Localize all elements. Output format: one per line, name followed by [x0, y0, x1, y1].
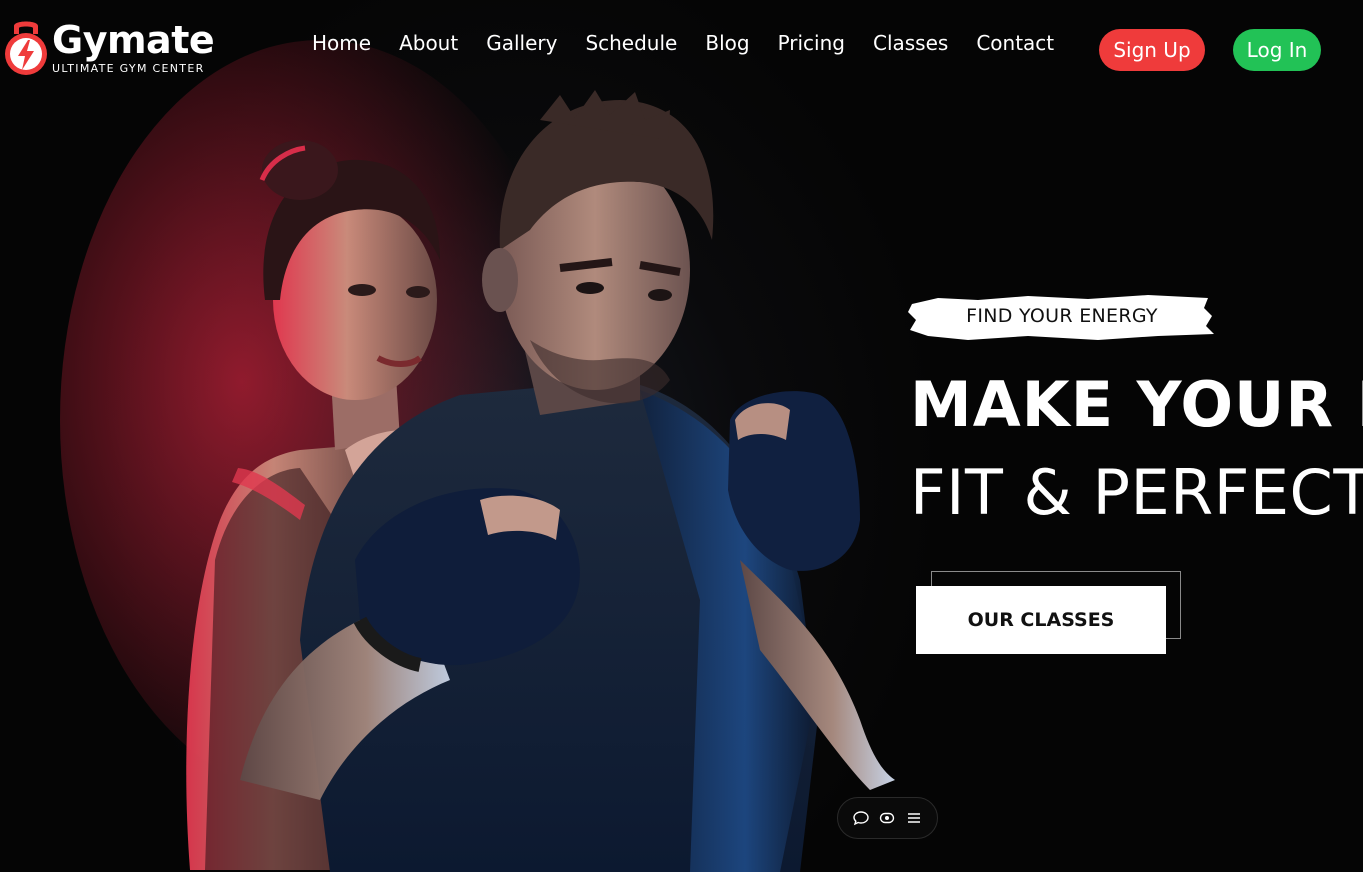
nav-item-home[interactable]: Home: [312, 31, 371, 55]
nav-item-pricing[interactable]: Pricing: [778, 31, 845, 55]
brand-name: Gymate: [52, 18, 215, 62]
site-header: Gymate ULTIMATE GYM CENTER Home About Ga…: [0, 0, 1363, 96]
hero-subheadline: FIT & PERFECT: [910, 456, 1363, 529]
hero-kicker: FIND YOUR ENERGY: [908, 290, 1216, 342]
nav-item-contact[interactable]: Contact: [976, 31, 1054, 55]
our-classes-button[interactable]: OUR CLASSES: [916, 586, 1166, 654]
brand-logo[interactable]: Gymate ULTIMATE GYM CENTER: [4, 18, 215, 78]
brand-tagline: ULTIMATE GYM CENTER: [52, 62, 205, 75]
nav-item-schedule[interactable]: Schedule: [585, 31, 677, 55]
nav-item-classes[interactable]: Classes: [873, 31, 948, 55]
eye-icon[interactable]: [877, 808, 897, 828]
menu-icon[interactable]: [904, 808, 924, 828]
floating-toolbar: [837, 797, 938, 839]
kettlebell-logo-icon: [5, 21, 47, 75]
nav-item-blog[interactable]: Blog: [705, 31, 749, 55]
main-nav: Home About Gallery Schedule Blog Pricing…: [298, 31, 1068, 55]
nav-item-gallery[interactable]: Gallery: [486, 31, 557, 55]
hero-section: Gymate ULTIMATE GYM CENTER Home About Ga…: [0, 0, 1363, 872]
log-in-button[interactable]: Log In: [1233, 29, 1321, 71]
sign-up-button[interactable]: Sign Up: [1099, 29, 1205, 71]
hero-headline: MAKE YOUR BODY: [910, 368, 1363, 441]
nav-item-about[interactable]: About: [399, 31, 458, 55]
hero-kicker-text: FIND YOUR ENERGY: [966, 305, 1158, 327]
chat-icon[interactable]: [851, 808, 871, 828]
